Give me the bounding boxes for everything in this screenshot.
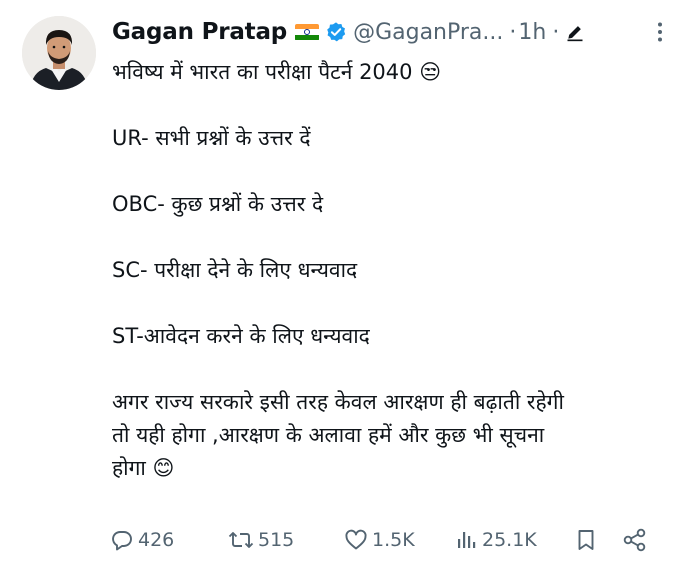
bookmark-button[interactable]	[574, 522, 598, 558]
author-handle[interactable]: @GaganPra...	[353, 20, 503, 45]
tweet-line: होगा 😊	[112, 456, 175, 480]
views-icon	[456, 528, 478, 552]
share-icon	[622, 528, 648, 552]
retweet-count: 515	[258, 529, 295, 551]
like-count: 1.5K	[372, 529, 415, 551]
tweet-line: भविष्य में भारत का परीक्षा पैटर्न 2040 😒	[112, 60, 442, 84]
india-flag-icon	[295, 23, 320, 41]
tweet-line: SC- परीक्षा देने के लिए धन्यवाद	[112, 258, 358, 282]
tweet-text: भविष्य में भारत का परीक्षा पैटर्न 2040 😒…	[112, 56, 672, 485]
tweet-line: तो यही होगा ,आरक्षण के अलावा हमें और कुछ…	[112, 423, 545, 447]
reply-button[interactable]: 426	[110, 522, 174, 558]
avatar[interactable]	[22, 16, 96, 90]
heart-icon	[344, 528, 368, 552]
tweet-header: Gagan Pratap @GaganPra... · 1h ·	[112, 12, 672, 52]
verified-badge-icon[interactable]	[325, 21, 347, 43]
retweet-icon	[228, 528, 254, 552]
author-name[interactable]: Gagan Pratap	[112, 19, 287, 45]
tweet-line: OBC- कुछ प्रश्नों के उत्तर दे	[112, 192, 324, 216]
tweet-card: Gagan Pratap @GaganPra... · 1h · भविष्य …	[0, 0, 680, 568]
reply-count: 426	[138, 529, 175, 551]
action-bar: 426 515 1.5K 25.1K	[110, 522, 670, 558]
share-button[interactable]	[622, 522, 648, 558]
edited-pencil-icon[interactable]	[565, 22, 585, 42]
separator-dot: ·	[509, 19, 517, 45]
like-button[interactable]: 1.5K	[344, 522, 415, 558]
view-count: 25.1K	[482, 529, 537, 551]
tweet-line: UR- सभी प्रश्नों के उत्तर दें	[112, 126, 311, 150]
tweet-line: अगर राज्य सरकारे इसी तरह केवल आरक्षण ही …	[112, 390, 564, 414]
separator-dot: ·	[552, 19, 560, 45]
avatar-image	[22, 16, 96, 90]
timestamp[interactable]: 1h	[518, 20, 546, 45]
retweet-button[interactable]: 515	[228, 522, 294, 558]
bookmark-icon	[574, 528, 598, 552]
views-button[interactable]: 25.1K	[456, 522, 537, 558]
reply-icon	[110, 528, 134, 552]
more-options-icon[interactable]	[648, 20, 672, 44]
tweet-line: ST-आवेदन करने के लिए धन्यवाद	[112, 324, 370, 348]
